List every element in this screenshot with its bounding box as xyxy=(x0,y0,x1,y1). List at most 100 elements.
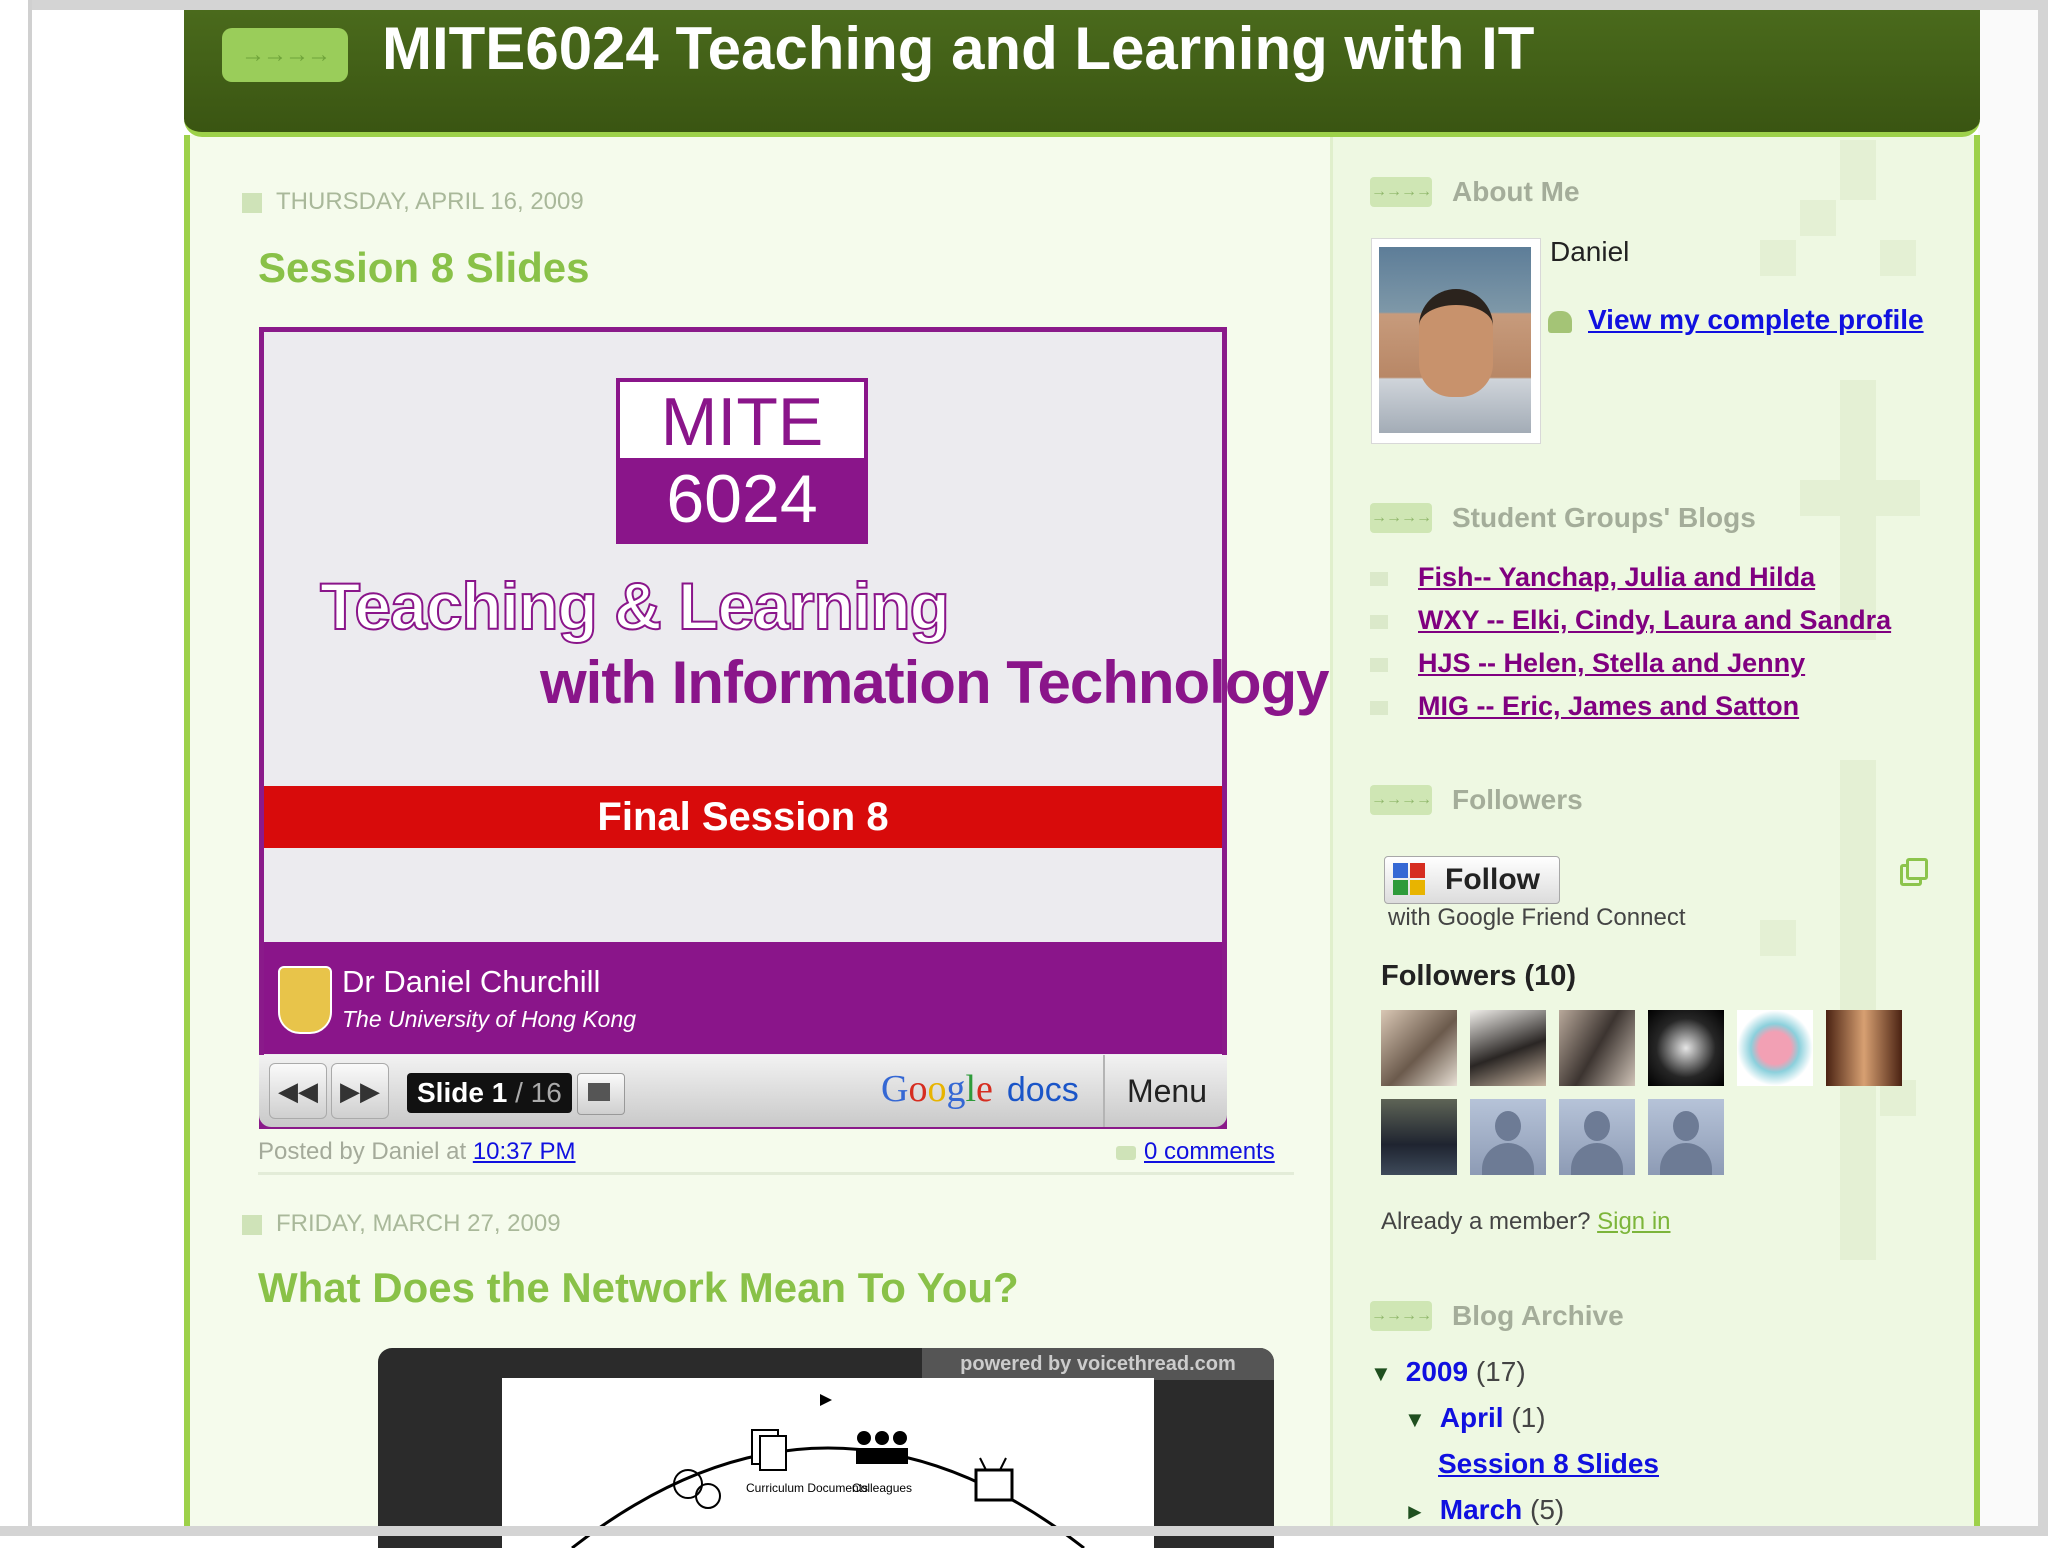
view-profile-link[interactable]: View my complete profile xyxy=(1588,304,1924,335)
bg-pixel xyxy=(1760,240,1796,276)
follow-button[interactable]: Follow xyxy=(1384,856,1560,904)
slide-heading-line1: Teaching & Learning xyxy=(319,568,951,644)
session-banner: Final Session 8 xyxy=(264,786,1222,848)
follower-avatar[interactable] xyxy=(1737,1010,1813,1086)
fullscreen-button[interactable] xyxy=(577,1073,625,1115)
student-blogs-heading: →→→→ Student Groups' Blogs xyxy=(1370,502,1756,533)
comments-link[interactable]: 0 comments xyxy=(1144,1138,1275,1165)
window-top-border xyxy=(0,0,2048,10)
diagram-label: Colleagues xyxy=(852,1481,912,1495)
date-square-icon xyxy=(242,1214,262,1235)
bg-pixel xyxy=(1760,920,1796,956)
follower-avatar[interactable] xyxy=(1826,1010,1902,1086)
google-friend-connect-icon xyxy=(1393,863,1427,897)
blog-header: →→→→ MITE6024 Teaching and Learning with… xyxy=(184,10,1980,137)
followers-count: Followers (10) xyxy=(1381,960,1576,992)
followers-heading: →→→→ Followers xyxy=(1370,784,1583,815)
profile-link-row: View my complete profile xyxy=(1548,304,1924,336)
profile-icon xyxy=(1548,310,1572,333)
header-arrow-icon: →→→→ xyxy=(222,28,348,82)
archive-year-row: ▼ 2009 (17) xyxy=(1370,1356,1526,1387)
follower-avatar[interactable] xyxy=(1381,1099,1457,1175)
documents-icon xyxy=(751,1429,787,1471)
bullet-icon xyxy=(1370,571,1388,586)
google-logo-icon: Google xyxy=(881,1068,993,1110)
expand-icon[interactable] xyxy=(1900,858,1928,886)
colleagues-icon xyxy=(856,1431,908,1464)
voicethread-canvas: Curriculum Documents Colleagues xyxy=(502,1378,1154,1550)
follower-avatar[interactable] xyxy=(1559,1010,1635,1086)
blog-archive: ▼ 2009 (17) ▼ April (1) Session 8 Slides ►… xyxy=(1370,1356,1659,1540)
archive-year-link[interactable]: 2009 xyxy=(1406,1356,1468,1387)
bullet-icon xyxy=(1370,700,1388,715)
network-diagram: Curriculum Documents Colleagues xyxy=(571,1394,1085,1550)
follower-avatar[interactable] xyxy=(1381,1010,1457,1086)
profile-photo-image xyxy=(1379,247,1531,433)
slide-viewer[interactable]: MITE 6024 Teaching & Learning with Infor… xyxy=(259,327,1330,1129)
bg-pixel xyxy=(1800,480,1920,516)
blog-title[interactable]: MITE6024 Teaching and Learning with IT xyxy=(382,14,1534,83)
bg-pixel xyxy=(1800,200,1836,236)
list-item: Fish-- Yanchap, Julia and Hilda xyxy=(1370,562,1891,605)
bullet-icon xyxy=(1370,614,1388,629)
post-date: FRIDAY, MARCH 27, 2009 xyxy=(242,1210,561,1238)
profile-photo[interactable] xyxy=(1371,238,1541,444)
course-code-bottom: 6024 xyxy=(620,458,864,540)
follower-avatar[interactable] xyxy=(1470,1010,1546,1086)
comments: 0 comments xyxy=(1116,1138,1275,1166)
course-code-top: MITE xyxy=(660,384,824,460)
slide-counter: Slide 1 / 16 xyxy=(407,1073,572,1113)
default-avatar-icon[interactable] xyxy=(1648,1099,1724,1175)
window-right-border xyxy=(2038,0,2048,1536)
archive-month-link[interactable]: March xyxy=(1440,1494,1522,1525)
follower-avatar[interactable] xyxy=(1648,1010,1724,1086)
arc-arrow-icon xyxy=(820,1394,832,1406)
blog-link-mig[interactable]: MIG -- Eric, James and Satton xyxy=(1418,691,1799,721)
default-avatar-icon[interactable] xyxy=(1470,1099,1546,1175)
rewind-icon[interactable]: ◀◀ xyxy=(269,1063,327,1119)
post-title[interactable]: Session 8 Slides xyxy=(258,244,590,292)
slide-heading-line2: with Information Technology xyxy=(540,649,1330,716)
collapsed-triangle-icon[interactable]: ► xyxy=(1404,1499,1426,1524)
gfc-caption: with Google Friend Connect xyxy=(1388,904,1686,931)
archive-month-row: ▼ April (1) xyxy=(1404,1402,1546,1433)
expanded-triangle-icon[interactable]: ▼ xyxy=(1370,1361,1392,1386)
post-footer: Posted by Daniel at 10:37 PM xyxy=(258,1138,576,1165)
blog-link-wxy[interactable]: WXY -- Elki, Cindy, Laura and Sandra xyxy=(1418,605,1891,635)
voicethread-badge[interactable]: powered by voicethread.com xyxy=(922,1348,1274,1380)
author-band: Dr Daniel Churchill The University of Ho… xyxy=(264,942,1222,1054)
expanded-triangle-icon[interactable]: ▼ xyxy=(1404,1407,1426,1432)
outer-background xyxy=(1978,10,2038,1526)
viewer-menu-button[interactable]: Menu xyxy=(1103,1055,1229,1127)
blog-archive-heading: →→→→ Blog Archive xyxy=(1370,1300,1624,1331)
google-docs-logo[interactable]: Google docs xyxy=(881,1067,1079,1111)
sign-in-link[interactable]: Sign in xyxy=(1597,1208,1670,1235)
post-date: THURSDAY, APRIL 16, 2009 xyxy=(242,188,584,216)
column-divider xyxy=(1330,135,1333,1526)
post-time-link[interactable]: 10:37 PM xyxy=(473,1138,576,1165)
list-item: MIG -- Eric, James and Satton xyxy=(1370,691,1891,734)
bg-pixel xyxy=(1840,140,1876,200)
diagram-label: Curriculum Documents xyxy=(746,1481,868,1495)
bullet-icon xyxy=(1370,657,1388,672)
slide-university: The University of Hong Kong xyxy=(342,1006,637,1032)
forward-icon[interactable]: ▶▶ xyxy=(331,1063,389,1119)
default-avatar-icon[interactable] xyxy=(1559,1099,1635,1175)
voicethread-embed[interactable]: powered by voicethread.com Curriculum Do… xyxy=(378,1348,1274,1550)
stop-icon xyxy=(588,1083,610,1101)
arrow-icon: →→→→ xyxy=(1370,785,1432,815)
list-item: HJS -- Helen, Stella and Jenny xyxy=(1370,648,1891,691)
arrow-icon: →→→→ xyxy=(1370,177,1432,207)
blog-link-hjs[interactable]: HJS -- Helen, Stella and Jenny xyxy=(1418,648,1805,678)
about-me-heading: →→→→ About Me xyxy=(1370,176,1580,207)
window-bottom-border xyxy=(0,1526,2048,1536)
blog-link-fish[interactable]: Fish-- Yanchap, Julia and Hilda xyxy=(1418,562,1815,592)
arrow-icon: →→→→ xyxy=(1370,1301,1432,1331)
tv-icon xyxy=(974,1457,1014,1502)
post-title[interactable]: What Does the Network Mean To You? xyxy=(258,1264,1019,1312)
face-shape xyxy=(1419,289,1493,397)
archive-month-link[interactable]: April xyxy=(1440,1402,1504,1433)
already-member: Already a member? Sign in xyxy=(1381,1208,1671,1235)
archive-post-link[interactable]: Session 8 Slides xyxy=(1438,1448,1659,1479)
archive-post-row: Session 8 Slides xyxy=(1370,1448,1659,1494)
